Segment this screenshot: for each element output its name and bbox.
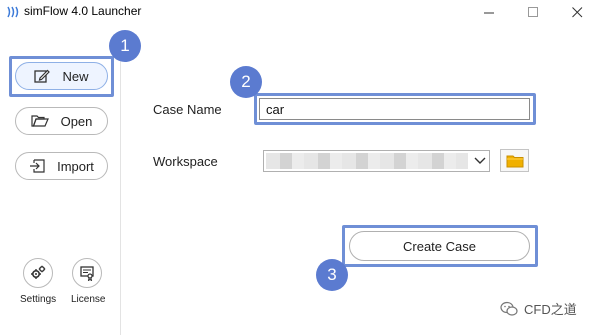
workspace-dropdown[interactable]	[263, 150, 490, 172]
import-button[interactable]: Import	[15, 152, 108, 180]
window-title: simFlow 4.0 Launcher	[24, 4, 142, 18]
license-label: License	[71, 294, 106, 305]
import-icon	[30, 159, 45, 173]
chevron-down-icon	[474, 157, 486, 164]
minimize-button[interactable]	[474, 2, 504, 22]
highlight-create-case	[342, 225, 538, 267]
browse-workspace-button[interactable]	[500, 149, 529, 172]
workspace-path-value	[266, 153, 468, 169]
minimize-icon	[483, 12, 494, 13]
title-bar: simFlow 4.0 Launcher	[0, 0, 601, 24]
settings-button[interactable]	[23, 258, 53, 288]
workspace-label: Workspace	[153, 154, 218, 169]
settings-label: Settings	[20, 294, 57, 305]
step-badge-1: 1	[109, 30, 141, 62]
dropdown-arrow[interactable]	[471, 151, 489, 171]
maximize-button[interactable]	[518, 2, 548, 22]
close-button[interactable]	[562, 2, 592, 22]
folder-icon	[506, 155, 523, 167]
import-button-label: Import	[57, 158, 94, 174]
close-icon	[571, 6, 582, 17]
watermark-text: CFD之道	[524, 302, 577, 317]
highlight-case-name	[254, 93, 536, 125]
case-name-label: Case Name	[153, 102, 222, 117]
open-button-label: Open	[60, 113, 93, 129]
folder-open-icon	[30, 115, 49, 127]
highlight-new	[9, 56, 114, 97]
open-button[interactable]: Open	[15, 107, 108, 135]
watermark: CFD之道	[500, 299, 577, 318]
gears-icon	[31, 265, 46, 279]
step-badge-2: 2	[230, 66, 262, 98]
wechat-icon	[500, 301, 518, 316]
step-badge-3: 3	[316, 259, 348, 291]
license-button[interactable]	[72, 258, 102, 288]
sidebar-divider	[120, 40, 121, 335]
maximize-icon	[527, 6, 538, 17]
simflow-logo-icon	[7, 6, 19, 18]
license-certificate-icon	[80, 266, 94, 281]
